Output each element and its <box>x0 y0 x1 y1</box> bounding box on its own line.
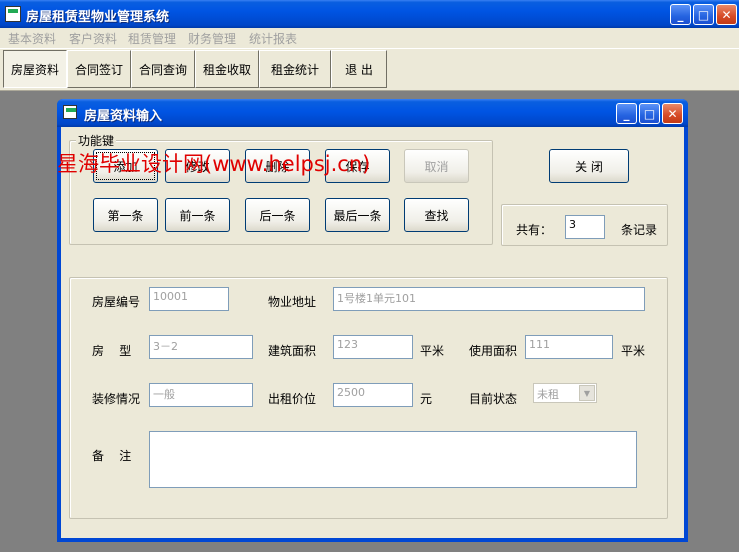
minimize-button[interactable]: _ <box>670 4 691 25</box>
record-count-value: 3 <box>565 215 605 239</box>
app-icon[interactable] <box>5 6 21 22</box>
remark-textarea[interactable] <box>149 431 637 488</box>
child-window-icon[interactable] <box>63 105 77 119</box>
toolbar-contract-sign-button[interactable]: 合同签订 <box>67 50 131 88</box>
build-area-field[interactable]: 123 <box>333 335 413 359</box>
menu-lease-management[interactable]: 租赁管理 <box>128 30 176 47</box>
maximize-button[interactable]: □ <box>693 4 714 25</box>
toolbar-house-info-button[interactable]: 房屋资料 <box>3 50 67 88</box>
window-title: 房屋租赁型物业管理系统 <box>26 10 170 25</box>
house-type-label: 房 型 <box>92 344 132 358</box>
use-area-field[interactable]: 111 <box>525 335 613 359</box>
house-no-label: 房屋编号 <box>92 295 141 309</box>
build-area-label: 建筑面积 <box>268 344 317 358</box>
menu-basic-info[interactable]: 基本资料 <box>8 30 56 47</box>
rent-price-label: 出租价位 <box>268 392 317 406</box>
menu-customer-info[interactable]: 客户资料 <box>69 30 117 47</box>
use-area-label: 使用面积 <box>469 344 518 358</box>
toolbar-rent-stats-button[interactable]: 租金统计 <box>259 50 331 88</box>
decoration-label: 装修情况 <box>92 392 141 406</box>
status-select-value: 未租 <box>537 388 559 401</box>
build-area-unit: 平米 <box>420 344 445 358</box>
rent-price-field[interactable]: 2500 <box>333 383 413 407</box>
previous-record-button[interactable]: 前一条 <box>165 198 230 232</box>
address-label: 物业地址 <box>268 295 317 309</box>
menu-statistics-report[interactable]: 统计报表 <box>249 30 297 47</box>
last-record-button[interactable]: 最后一条 <box>325 198 390 232</box>
rent-price-unit: 元 <box>420 392 433 406</box>
function-key-group-label: 功能键 <box>76 132 117 149</box>
house-no-field[interactable]: 10001 <box>149 287 229 311</box>
toolbar-rent-collect-button[interactable]: 租金收取 <box>195 50 259 88</box>
child-close-button[interactable]: ✕ <box>662 103 683 124</box>
decoration-field[interactable]: 一般 <box>149 383 253 407</box>
remark-label: 备 注 <box>92 449 132 463</box>
address-field[interactable]: 1号楼1单元101 <box>333 287 645 311</box>
toolbar-contract-query-button[interactable]: 合同查询 <box>131 50 195 88</box>
menu-finance-management[interactable]: 财务管理 <box>188 30 236 47</box>
next-record-button[interactable]: 后一条 <box>245 198 310 232</box>
close-button[interactable]: ✕ <box>716 4 737 25</box>
child-maximize-button[interactable]: □ <box>639 103 660 124</box>
watermark-text: 星海毕业设计网(www.helpsj.cn) <box>57 152 371 176</box>
use-area-unit: 平米 <box>621 344 646 358</box>
close-form-button[interactable]: 关 闭 <box>549 149 629 183</box>
child-window-title: 房屋资料输入 <box>84 109 163 124</box>
child-minimize-button[interactable]: _ <box>616 103 637 124</box>
chevron-down-icon[interactable]: ▼ <box>579 385 595 401</box>
first-record-button[interactable]: 第一条 <box>93 198 158 232</box>
record-count-suffix: 条记录 <box>621 223 658 237</box>
toolbar-exit-button[interactable]: 退 出 <box>331 50 387 88</box>
cancel-button[interactable]: 取消 <box>404 149 469 183</box>
record-count-prefix: 共有： <box>516 223 553 237</box>
find-button[interactable]: 查找 <box>404 198 469 232</box>
status-label: 目前状态 <box>469 392 518 406</box>
house-type-field[interactable]: 3－2 <box>149 335 253 359</box>
